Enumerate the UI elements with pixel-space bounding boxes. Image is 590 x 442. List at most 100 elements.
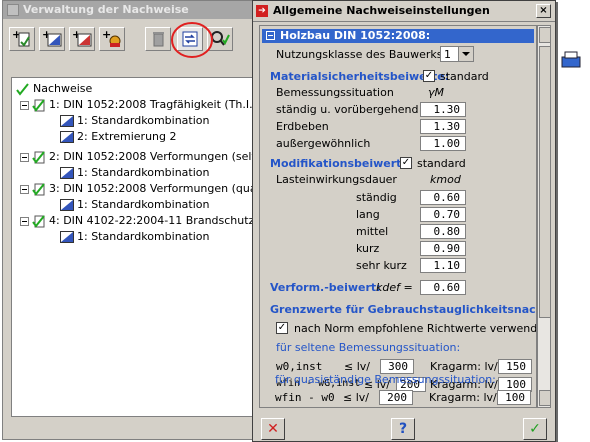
add-settings-button[interactable]: + xyxy=(99,27,125,51)
chart-icon xyxy=(60,231,74,243)
material-standard-checkbox[interactable]: ✓ xyxy=(423,70,435,82)
kmod-symbol: kmod xyxy=(430,173,461,186)
dialog-arrow-icon: ➔ xyxy=(256,5,268,17)
window-icon xyxy=(7,4,19,16)
verform-label: Verform.-beiwert: xyxy=(270,281,381,294)
kmod-value-field[interactable]: 1.10 xyxy=(420,258,466,273)
kragarm-label: Kragarm: lv/ xyxy=(429,391,497,404)
richtwerte-checkbox[interactable]: ✓ xyxy=(276,322,288,334)
add-red-combination-button[interactable]: + xyxy=(69,27,95,51)
grenz-heading: Grenzwerte für Gebrauchstauglichkeitsnac… xyxy=(270,303,536,316)
scroll-up-button[interactable] xyxy=(539,27,551,43)
material-standard-label: standard xyxy=(440,70,489,83)
check-document-icon xyxy=(32,150,45,164)
highlight-circle xyxy=(171,22,213,58)
limit-value-field[interactable]: 200 xyxy=(379,390,413,405)
nutzungsklasse-select[interactable]: 1 xyxy=(440,46,474,62)
tree-item-label: 1: Standardkombination xyxy=(77,198,210,211)
add-gear-icon: + xyxy=(102,28,121,47)
material-value-field[interactable]: 1.30 xyxy=(420,119,466,134)
cancel-button[interactable]: ✕ xyxy=(261,418,285,440)
tree-item[interactable]: 1: Standardkombination xyxy=(60,197,210,213)
tree-item[interactable]: 1: Standardkombination xyxy=(60,229,210,245)
dialog-title: Allgemeine Nachweiseinstellungen xyxy=(273,4,490,17)
chart-icon xyxy=(60,115,74,127)
add-chart-red-icon: + xyxy=(72,28,92,47)
check-document-icon xyxy=(32,98,45,112)
window-titlebar: Verwaltung der Nachweise xyxy=(3,1,271,19)
new-document-icon: + xyxy=(12,28,30,47)
kmod-value-field[interactable]: 0.70 xyxy=(420,207,466,222)
check-document-icon xyxy=(16,82,29,96)
kragarm-value-field[interactable]: 100 xyxy=(497,390,531,405)
tree-item-label: 1: DIN 1052:2008 Tragfähigkeit (Th.I.Or xyxy=(49,98,266,111)
kmod-row-label: kurz xyxy=(356,242,380,255)
kmod-row-label: lang xyxy=(356,208,380,221)
tree-item[interactable]: 3: DIN 1052:2008 Verformungen (quasi xyxy=(32,181,265,197)
print-icon[interactable] xyxy=(560,50,582,72)
check-document-icon xyxy=(32,214,45,228)
collapse-toggle[interactable] xyxy=(20,101,29,110)
settings-dialog: ➔ Allgemeine Nachweiseinstellungen × Hol… xyxy=(252,0,556,442)
limit-value-field[interactable]: 300 xyxy=(380,359,414,374)
collapse-icon xyxy=(266,31,275,40)
section-title: Holzbau DIN 1052:2008: xyxy=(280,29,431,42)
kdef-value-field[interactable]: 0.60 xyxy=(420,280,466,295)
tree-item-label: 1: Standardkombination xyxy=(77,230,210,243)
tree-item[interactable]: 2: Extremierung 2 xyxy=(60,129,177,145)
check-document-icon xyxy=(32,182,45,196)
settings-panel: Holzbau DIN 1052:2008: Nutzungsklasse de… xyxy=(259,25,537,408)
tree-item[interactable]: 4: DIN 4102-22:2004-11 Brandschutz xyxy=(32,213,254,229)
quasi-heading: für quasiständige Bemessungssituation: xyxy=(275,373,496,386)
chart-icon xyxy=(60,199,74,211)
kdef-symbol: kdef = xyxy=(376,281,413,294)
kragarm-label: Kragarm: lv/ xyxy=(430,360,498,373)
richtwerte-label: nach Norm empfohlene Richtwerte verwende… xyxy=(294,322,537,335)
panel-scrollbar[interactable] xyxy=(537,25,551,408)
tree-item-label: 4: DIN 4102-22:2004-11 Brandschutz xyxy=(49,214,255,227)
help-button[interactable]: ? xyxy=(391,418,415,440)
kmod-value-field[interactable]: 0.60 xyxy=(420,190,466,205)
kmod-row-label: sehr kurz xyxy=(356,259,407,272)
tree-item-label: 2: DIN 1052:2008 Verformungen (selte xyxy=(49,150,263,163)
tree-item-label: 1: Standardkombination xyxy=(77,166,210,179)
material-value-field[interactable]: 1.00 xyxy=(420,136,466,151)
scroll-down-button[interactable] xyxy=(539,390,551,406)
kmod-value-field[interactable]: 0.80 xyxy=(420,224,466,239)
chevron-down-icon xyxy=(458,47,473,61)
scroll-thumb[interactable] xyxy=(539,46,551,318)
kmod-value-field[interactable]: 0.90 xyxy=(420,241,466,256)
nutzungsklasse-label: Nutzungsklasse des Bauwerks: xyxy=(276,48,447,61)
tree-root[interactable]: Nachweise xyxy=(16,81,92,97)
section-header[interactable]: Holzbau DIN 1052:2008: xyxy=(262,29,534,43)
material-row-label: außergewöhnlich xyxy=(276,137,371,150)
kragarm-value-field[interactable]: 150 xyxy=(498,359,532,374)
modifikation-heading: Modifikationsbeiwerte: xyxy=(270,157,414,170)
tree-item[interactable]: 2: DIN 1052:2008 Verformungen (selte xyxy=(32,149,263,165)
collapse-toggle[interactable] xyxy=(20,185,29,194)
ok-button[interactable]: ✓ xyxy=(523,418,547,440)
tree-item-label: 1: Standardkombination xyxy=(77,114,210,127)
deflection-symbol: wfin - w0 xyxy=(275,391,335,404)
chart-icon xyxy=(60,167,74,179)
nutzungsklasse-value: 1 xyxy=(444,48,451,61)
material-value-field[interactable]: 1.30 xyxy=(420,102,466,117)
collapse-toggle[interactable] xyxy=(20,153,29,162)
tree-item[interactable]: 1: Standardkombination xyxy=(60,165,210,181)
nachweise-tree: Nachweise 1: DIN 1052:2008 Tragfähigkeit… xyxy=(11,77,269,417)
add-chart-icon: + xyxy=(42,28,62,47)
kmod-row-label: mittel xyxy=(356,225,389,238)
trash-icon xyxy=(153,32,164,47)
kmod-row-label: ständig xyxy=(356,191,397,204)
tree-item[interactable]: 1: DIN 1052:2008 Tragfähigkeit (Th.I.Or xyxy=(32,97,266,113)
new-document-button[interactable]: + xyxy=(9,27,35,51)
svg-text:+: + xyxy=(102,28,111,41)
add-combination-button[interactable]: + xyxy=(39,27,65,51)
collapse-toggle[interactable] xyxy=(20,217,29,226)
delete-button[interactable] xyxy=(145,27,171,51)
modifikation-standard-checkbox[interactable]: ✓ xyxy=(400,157,412,169)
close-button[interactable]: × xyxy=(536,4,551,18)
tree-item[interactable]: 1: Standardkombination xyxy=(60,113,210,129)
nachweise-window: Verwaltung der Nachweise + + + + Nachwei… xyxy=(2,0,272,440)
material-row-label: ständig u. vorübergehend xyxy=(276,103,419,116)
